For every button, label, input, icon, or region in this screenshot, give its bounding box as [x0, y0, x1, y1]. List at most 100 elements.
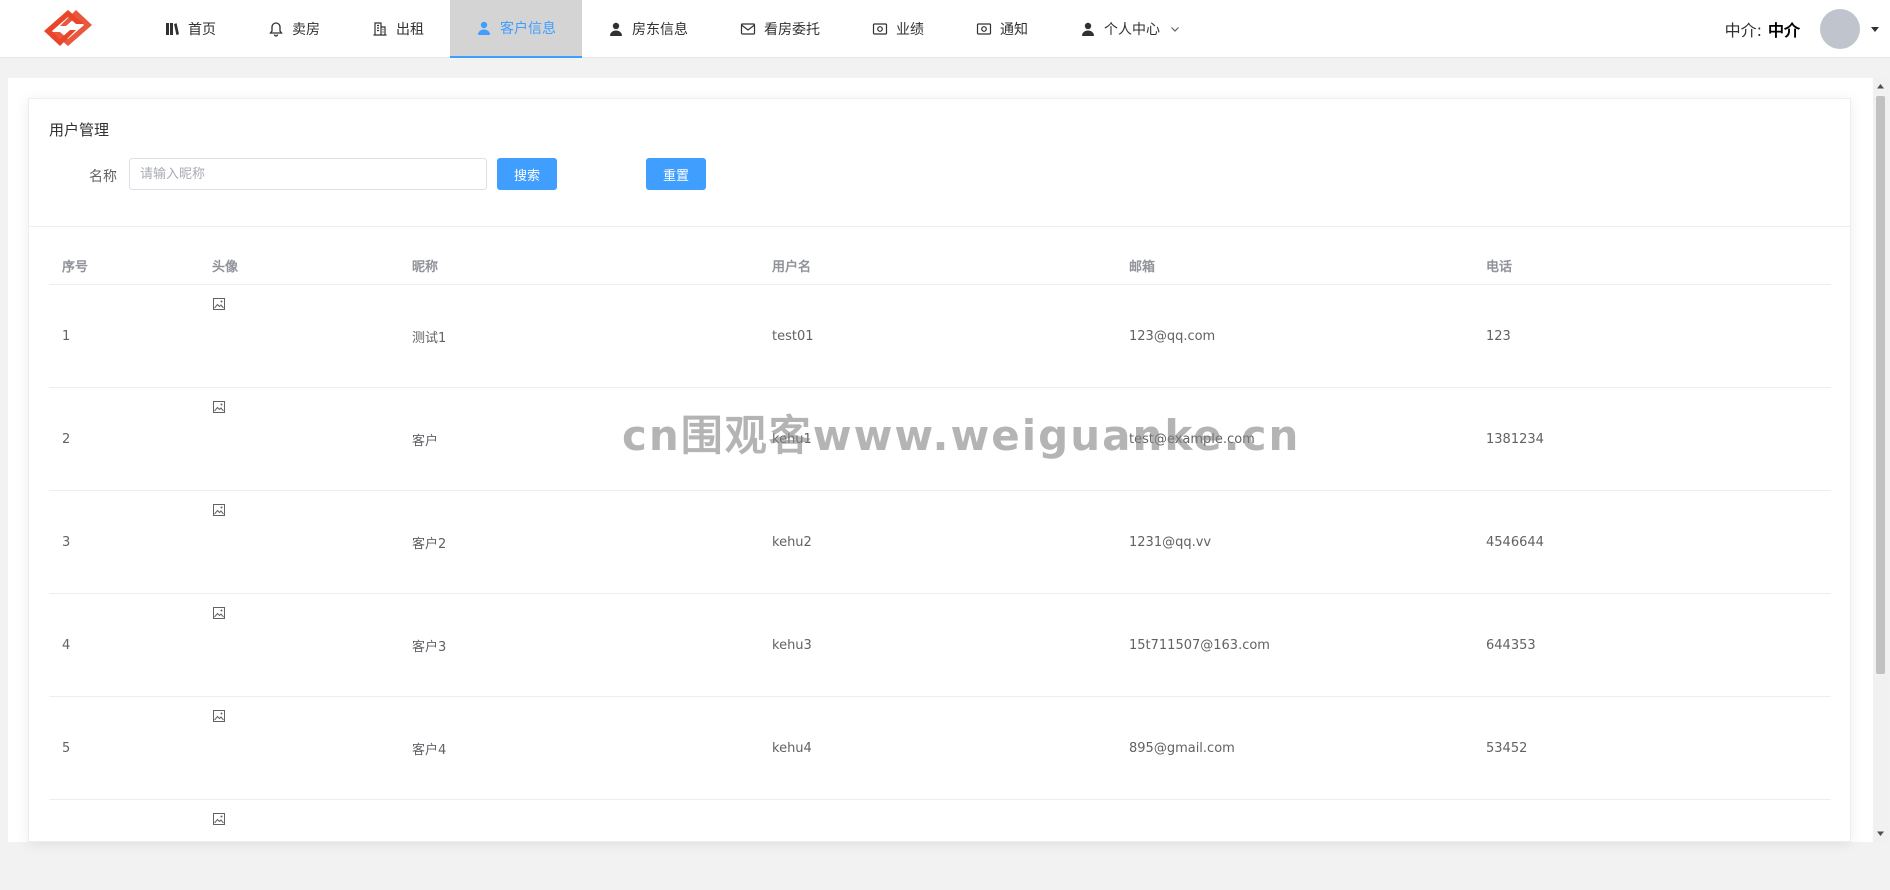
user-table: 序号 头像 昵称 用户名 邮箱 电话 1 测试1 test01 123@qq.c…	[49, 247, 1831, 841]
cell-avatar	[199, 388, 399, 490]
cell-nickname: 客户3	[412, 639, 447, 655]
filter-name-label: 名称	[89, 169, 117, 185]
nav-item-personal-center[interactable]: 个人中心	[1054, 0, 1206, 58]
bell-icon	[268, 21, 284, 37]
cell-index: 2	[62, 431, 71, 447]
cell-avatar	[199, 594, 399, 696]
vertical-scrollbar[interactable]	[1873, 78, 1888, 842]
bottom-strip	[0, 860, 1890, 890]
cell-avatar	[199, 800, 399, 841]
column-header-phone[interactable]: 电话	[1473, 256, 1831, 275]
nav-item-rent[interactable]: 出租	[346, 0, 450, 58]
cell-phone	[1473, 800, 1831, 841]
nav-item-notifications[interactable]: 通知	[950, 0, 1054, 58]
mail-icon	[740, 21, 756, 37]
image-icon	[212, 297, 226, 311]
scroll-up-icon[interactable]	[1876, 82, 1885, 91]
cell-username	[759, 800, 1116, 841]
cell-email	[1116, 800, 1473, 841]
column-header-username[interactable]: 用户名	[759, 256, 1116, 275]
image-icon	[212, 709, 226, 723]
user-icon	[476, 20, 492, 36]
nav-item-label: 个人中心	[1104, 22, 1160, 38]
cell-index	[49, 800, 199, 841]
cell-username: kehu1	[772, 431, 812, 447]
cell-email: 1231@qq.vv	[1129, 534, 1212, 550]
cell-phone: 4546644	[1486, 534, 1544, 550]
cell-avatar	[199, 697, 399, 799]
cell-username: kehu3	[772, 637, 812, 653]
table-row[interactable]: 1 测试1 test01 123@qq.com 123	[49, 285, 1831, 388]
table-row[interactable]: 3 客户2 kehu2 1231@qq.vv 4546644	[49, 491, 1831, 594]
nav-item-label: 通知	[1000, 22, 1028, 38]
user-icon	[608, 21, 624, 37]
scroll-down-icon[interactable]	[1876, 829, 1885, 838]
table-row[interactable]: 2 客户 kehu1 test@example.com 1381234	[49, 388, 1831, 491]
image-icon	[212, 503, 226, 517]
cell-username: kehu4	[772, 740, 812, 756]
nav-item-performance[interactable]: 业绩	[846, 0, 950, 58]
main-nav: 首页 卖房 出租 客户信息 房东信息 看房委托 业绩 通知 个人中心	[138, 0, 1206, 58]
cell-email: 123@qq.com	[1129, 328, 1216, 344]
cell-email: 895@gmail.com	[1129, 740, 1235, 756]
book-icon	[164, 21, 180, 37]
cell-index: 5	[62, 740, 71, 756]
cell-phone: 123	[1486, 328, 1511, 344]
cell-nickname: 测试1	[412, 330, 447, 346]
column-header-email[interactable]: 邮箱	[1116, 256, 1473, 275]
nav-item-label: 首页	[188, 22, 216, 38]
scrollbar-thumb[interactable]	[1876, 96, 1885, 674]
column-header-index[interactable]: 序号	[49, 256, 199, 275]
reset-button[interactable]: 重置	[646, 158, 706, 190]
building-icon	[372, 21, 388, 37]
image-icon	[212, 606, 226, 620]
nav-item-label: 客户信息	[500, 21, 556, 37]
top-navigation-bar: 首页 卖房 出租 客户信息 房东信息 看房委托 业绩 通知 个人中心 中介: 中…	[0, 0, 1890, 58]
chevron-down-icon	[1170, 24, 1180, 34]
divider	[29, 226, 1850, 227]
column-header-nickname[interactable]: 昵称	[399, 256, 759, 275]
cell-phone: 644353	[1486, 637, 1536, 653]
column-header-avatar[interactable]: 头像	[199, 256, 399, 275]
user-area[interactable]: 中介: 中介	[1725, 0, 1890, 58]
nav-item-home[interactable]: 首页	[138, 0, 242, 58]
card-title: 用户管理	[49, 121, 110, 139]
cell-email: test@example.com	[1129, 431, 1255, 447]
nav-item-viewing-requests[interactable]: 看房委托	[714, 0, 846, 58]
money-icon	[872, 21, 888, 37]
avatar[interactable]	[1820, 9, 1860, 49]
cell-nickname	[399, 800, 759, 841]
nav-item-sell[interactable]: 卖房	[242, 0, 346, 58]
cell-email: 15t711507@163.com	[1129, 637, 1270, 653]
nav-item-label: 出租	[396, 22, 424, 38]
nickname-search-input[interactable]	[129, 158, 487, 190]
cell-index: 3	[62, 534, 71, 550]
cell-username: test01	[772, 328, 814, 344]
cell-nickname: 客户4	[412, 742, 447, 758]
nav-item-landlord-info[interactable]: 房东信息	[582, 0, 714, 58]
table-row[interactable]: 5 客户4 kehu4 895@gmail.com 53452	[49, 697, 1831, 800]
nav-item-label: 业绩	[896, 22, 924, 38]
cell-index: 4	[62, 637, 71, 653]
table-header: 序号 头像 昵称 用户名 邮箱 电话	[49, 247, 1831, 285]
cell-avatar	[199, 491, 399, 593]
cell-phone: 1381234	[1486, 431, 1544, 447]
logo-icon[interactable]	[40, 8, 96, 48]
money-icon	[976, 21, 992, 37]
cell-index: 1	[62, 328, 71, 344]
table-row[interactable]	[49, 800, 1831, 841]
user-label: 中介:	[1724, 21, 1762, 40]
nav-item-customer-info[interactable]: 客户信息	[450, 0, 582, 58]
cell-nickname: 客户2	[412, 536, 447, 552]
nav-item-label: 看房委托	[764, 22, 820, 38]
cell-username: kehu2	[772, 534, 812, 550]
caret-down-icon[interactable]	[1868, 22, 1882, 36]
table-row[interactable]: 4 客户3 kehu3 15t711507@163.com 644353	[49, 594, 1831, 697]
image-icon	[212, 812, 226, 826]
search-button[interactable]: 搜索	[497, 158, 557, 190]
cell-phone: 53452	[1486, 740, 1528, 756]
nav-item-label: 卖房	[292, 22, 320, 38]
cell-avatar	[199, 285, 399, 387]
nav-item-label: 房东信息	[632, 22, 688, 38]
user-icon	[1080, 21, 1096, 37]
